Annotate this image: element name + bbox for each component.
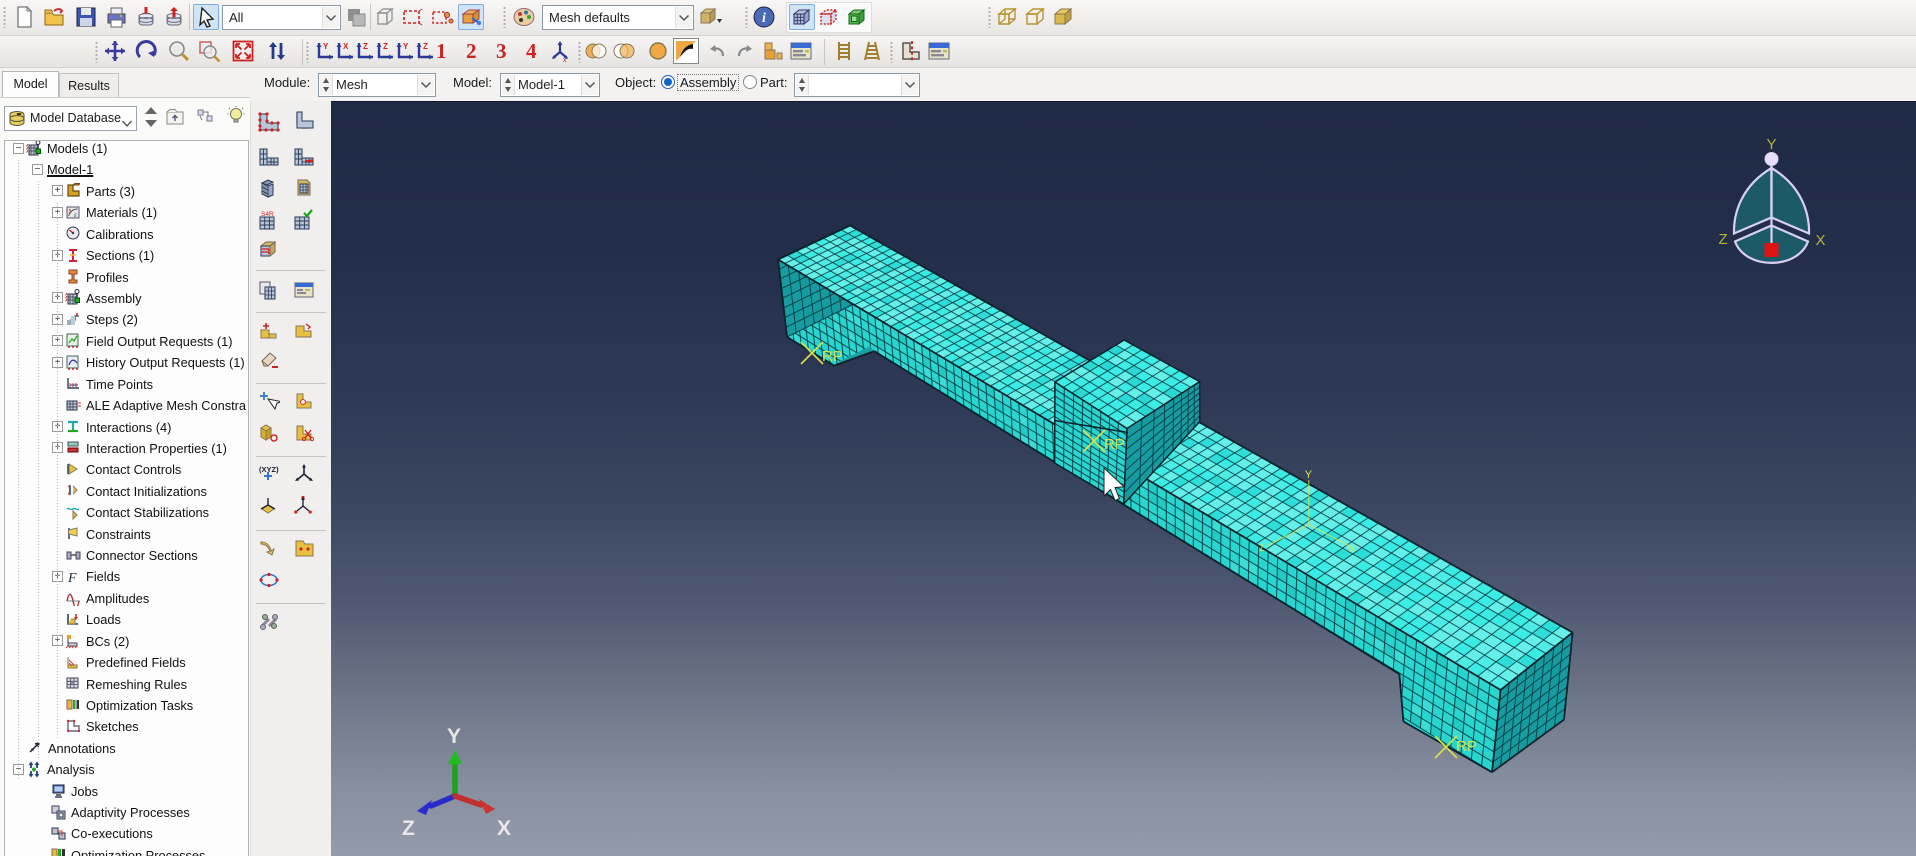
svg-text:X: X <box>1816 232 1826 249</box>
svg-text:X: X <box>497 817 511 840</box>
svg-text:Y: Y <box>447 725 461 748</box>
svg-text:Z: Z <box>1259 543 1265 553</box>
svg-text:Z: Z <box>402 817 415 840</box>
svg-text:Y: Y <box>1305 469 1313 481</box>
svg-text:Y: Y <box>323 42 329 51</box>
svg-text:x: x <box>563 57 567 64</box>
svg-text:Y: Y <box>403 42 409 51</box>
svg-text:X: X <box>1349 544 1355 554</box>
svg-text:RP: RP <box>1456 738 1477 755</box>
svg-text:Y: Y <box>1767 136 1777 153</box>
svg-text:ε: ε <box>74 211 77 219</box>
svg-text:Z: Z <box>1719 231 1728 248</box>
svg-text:S4R: S4R <box>261 211 274 218</box>
svg-text:Z: Z <box>363 42 368 51</box>
svg-text:RP: RP <box>822 348 843 365</box>
svg-text:Z: Z <box>423 42 428 51</box>
svg-text:Z: Z <box>383 42 388 51</box>
svg-text:i: i <box>762 11 766 26</box>
svg-text:(XYZ): (XYZ) <box>259 465 279 474</box>
svg-text:F: F <box>67 571 77 585</box>
svg-text:RP: RP <box>1104 436 1125 453</box>
svg-text:X: X <box>343 42 349 51</box>
